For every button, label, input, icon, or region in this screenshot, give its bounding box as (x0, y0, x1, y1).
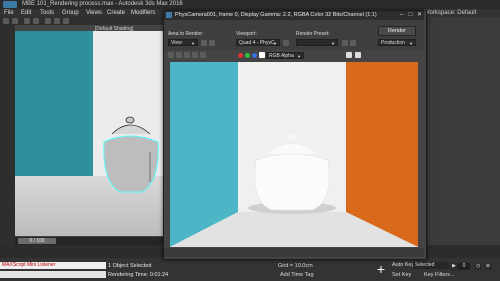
left-toolbar (0, 25, 15, 257)
edit-region-icon[interactable] (201, 40, 207, 46)
render-preset-dropdown[interactable]: ▼ (296, 39, 338, 46)
render-setup-icon[interactable] (342, 40, 348, 46)
teapot-knob (288, 134, 296, 140)
app-title: MBE 101_Rendering process.max - Autodesk… (22, 1, 183, 7)
command-panel (422, 17, 500, 245)
area-to-render-label: Area to Render: (168, 31, 204, 37)
rendered-scene (170, 62, 418, 247)
key-set-dropdown[interactable]: Selected (413, 262, 449, 269)
display-toggle-icon[interactable] (346, 52, 352, 58)
redo-icon[interactable] (12, 18, 18, 24)
red-channel-icon[interactable] (238, 53, 243, 58)
channel-value: RGB Alpha (269, 53, 294, 59)
set-key-button[interactable]: Set Key (392, 272, 411, 278)
main-toolbar (0, 17, 165, 25)
blue-channel-icon[interactable] (252, 53, 257, 58)
chevron-down-icon: ▼ (191, 41, 195, 46)
status-rendering-time: Rendering Time: 0:01:24 (108, 272, 169, 278)
render-frame-title: PhysCamera001, frame 0, Display Gamma: 2… (175, 12, 377, 18)
time-slider-thumb[interactable]: 0 / 100 (18, 238, 56, 244)
toggle-panel-icon[interactable] (355, 52, 361, 58)
viewport-teapot[interactable] (98, 112, 168, 200)
viewport-shading-label[interactable]: [Default Shading] (95, 26, 133, 32)
menu-edit[interactable]: Edit (21, 10, 31, 16)
maxscript-listener-input[interactable]: MAXScript Mini Listener (0, 262, 106, 269)
maximize-icon[interactable]: □ (407, 12, 414, 18)
save-image-icon[interactable] (168, 52, 174, 58)
alpha-channel-icon[interactable] (259, 52, 265, 58)
print-icon[interactable] (192, 52, 198, 58)
production-value: Production (381, 40, 405, 46)
clear-icon[interactable] (200, 52, 206, 58)
menu-group[interactable]: Group (62, 10, 79, 16)
grid-size: Grid = 10.0cm (278, 263, 313, 269)
time-config-icon[interactable]: ◷ (474, 263, 482, 270)
link-icon[interactable] (24, 18, 30, 24)
area-to-render-value: View (171, 40, 182, 46)
render-preset-label: Render Preset: (296, 31, 330, 37)
green-channel-icon[interactable] (245, 53, 250, 58)
render-frame-icon (166, 12, 172, 18)
viewport-label: Viewport: (236, 31, 257, 37)
minimize-icon[interactable]: – (398, 12, 405, 18)
clone-frame-icon[interactable] (184, 52, 190, 58)
move-icon[interactable] (54, 18, 60, 24)
maxscript-listener-output[interactable] (0, 271, 106, 278)
close-icon[interactable]: ✕ (416, 12, 423, 18)
menu-tools[interactable]: Tools (40, 10, 54, 16)
render-frame-scrollbar[interactable] (164, 248, 424, 257)
viewport-value: Quad 4 - PhysCamera001 (239, 40, 275, 46)
menu-views[interactable]: Views (86, 10, 102, 16)
environment-icon[interactable] (350, 40, 356, 46)
production-dropdown[interactable]: Production ▼ (378, 39, 416, 46)
play-icon[interactable]: ▶ (450, 263, 458, 270)
viewport-dropdown[interactable]: Quad 4 - PhysCamera001▼ (236, 39, 280, 46)
copy-image-icon[interactable] (176, 52, 182, 58)
status-selection: 1 Object Selected (108, 263, 152, 269)
chevron-down-icon: ▼ (331, 41, 335, 46)
menu-create[interactable]: Create (107, 10, 125, 16)
chevron-down-icon: ▼ (297, 54, 301, 59)
chevron-down-icon: ▼ (409, 41, 413, 46)
app-logo-icon[interactable] (3, 1, 17, 8)
auto-key-button[interactable]: Auto Key (392, 262, 414, 268)
key-filters-button[interactable]: Key Filters... (424, 272, 455, 278)
workspace-label[interactable]: Workspace: Default (424, 10, 476, 16)
teapot-body (254, 153, 330, 211)
add-time-tag-button[interactable]: Add Time Tag (280, 272, 314, 278)
menu-modifiers[interactable]: Modifiers (131, 10, 155, 16)
undo-icon[interactable] (3, 18, 9, 24)
rendered-image (170, 62, 418, 247)
rotate-icon[interactable] (63, 18, 69, 24)
area-to-render-dropdown[interactable]: View ▼ (168, 39, 198, 46)
unlink-icon[interactable] (33, 18, 39, 24)
chevron-down-icon: ▼ (273, 41, 277, 46)
plus-icon[interactable]: + (375, 262, 387, 276)
current-frame-field[interactable]: 0 (458, 263, 470, 270)
render-button[interactable]: Render (378, 26, 416, 36)
menu-file[interactable]: File (4, 10, 14, 16)
channel-dropdown[interactable]: RGB Alpha ▼ (266, 52, 304, 59)
zoom-icon[interactable]: ⊕ (484, 263, 492, 270)
auto-region-icon[interactable] (209, 40, 215, 46)
select-icon[interactable] (45, 18, 51, 24)
lock-icon[interactable] (283, 40, 289, 46)
